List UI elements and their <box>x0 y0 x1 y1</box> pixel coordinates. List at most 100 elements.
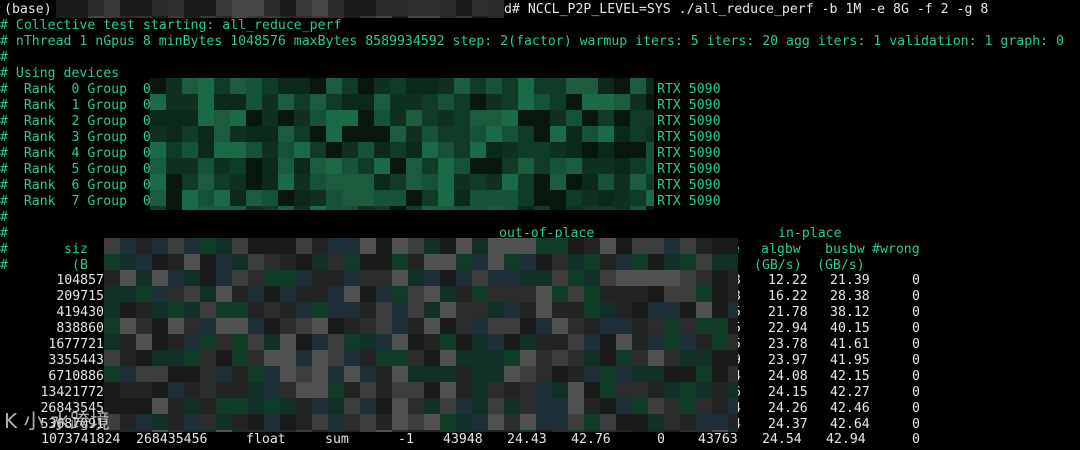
mosaic-pixel <box>296 430 312 432</box>
mosaic-pixel <box>166 94 182 110</box>
mosaic-pixel <box>438 126 454 142</box>
mosaic-pixel <box>568 366 584 382</box>
mosaic-pixel <box>518 126 534 142</box>
mosaic-pixel <box>168 382 184 398</box>
mosaic-pixel <box>438 206 454 210</box>
mosaic-pixel <box>440 350 456 366</box>
mosaic-pixel <box>712 414 728 430</box>
mosaic-pixel <box>582 126 598 142</box>
mosaic-pixel <box>104 270 120 286</box>
mosaic-pixel <box>230 174 246 190</box>
mosaic-pixel <box>376 254 392 270</box>
row-size: 6710886 <box>48 369 104 384</box>
mosaic-pixel <box>488 366 504 382</box>
mosaic-pixel <box>472 430 488 432</box>
mosaic-pixel <box>150 94 166 110</box>
mosaic-pixel <box>534 206 550 210</box>
mosaic-pixel <box>408 302 424 318</box>
mosaic-pixel <box>646 206 654 210</box>
mosaic-pixel <box>296 414 312 430</box>
mosaic-pixel <box>600 430 616 432</box>
mosaic-pixel <box>424 270 440 286</box>
mosaic-pixel <box>342 142 358 158</box>
mosaic-pixel <box>646 190 654 206</box>
last-row-type: float <box>246 432 286 447</box>
mosaic-pixel <box>376 382 392 398</box>
mosaic-pixel <box>630 158 646 174</box>
mosaic-pixel <box>406 126 422 142</box>
mosaic-pixel <box>424 318 440 334</box>
mosaic-pixel <box>278 110 294 126</box>
mosaic-pixel <box>342 126 358 142</box>
mosaic-pixel <box>600 350 616 366</box>
mosaic-pixel <box>120 398 136 414</box>
mosaic-pixel <box>376 318 392 334</box>
redacted-device-info <box>150 78 654 210</box>
mosaic-pixel <box>182 142 198 158</box>
mosaic-pixel <box>408 318 424 334</box>
row-size: 419430 <box>56 305 104 320</box>
mosaic-pixel <box>486 126 502 142</box>
mosaic-pixel <box>342 190 358 206</box>
mosaic-pixel <box>166 110 182 126</box>
mosaic-pixel <box>184 382 200 398</box>
mosaic-pixel <box>184 318 200 334</box>
mosaic-pixel <box>502 174 518 190</box>
spacer-line: # <box>0 210 8 225</box>
mosaic-pixel <box>358 158 374 174</box>
last-row-ip-wrong: 0 <box>912 432 920 447</box>
mosaic-pixel <box>584 414 600 430</box>
mosaic-pixel <box>312 414 328 430</box>
mosaic-pixel <box>504 414 520 430</box>
mosaic-pixel <box>568 286 584 302</box>
mosaic-pixel <box>294 126 310 142</box>
mosaic-pixel <box>422 126 438 142</box>
mosaic-pixel <box>456 350 472 366</box>
mosaic-pixel <box>536 366 552 382</box>
mosaic-pixel <box>392 398 408 414</box>
mosaic-pixel <box>454 190 470 206</box>
mosaic-pixel <box>136 382 152 398</box>
mosaic-pixel <box>406 78 422 94</box>
row-algbw: 23.97 <box>768 353 808 368</box>
mosaic-pixel <box>392 334 408 350</box>
mosaic-pixel <box>504 302 520 318</box>
last-row-busbw: 42.76 <box>571 432 611 447</box>
terminal-window[interactable]: (base) d# NCCL_P2P_LEVEL=SYS ./all_reduc… <box>0 0 1080 450</box>
mosaic-pixel <box>680 270 696 286</box>
mosaic-pixel <box>486 190 502 206</box>
mosaic-pixel <box>582 110 598 126</box>
mosaic-pixel <box>294 158 310 174</box>
device-gpu-6: RTX 5090 <box>657 178 721 193</box>
mosaic-pixel <box>552 430 568 432</box>
mosaic-pixel <box>728 318 738 334</box>
mosaic-pixel <box>166 126 182 142</box>
mosaic-pixel <box>518 94 534 110</box>
mosaic-pixel <box>600 270 616 286</box>
mosaic-pixel <box>104 238 120 254</box>
mosaic-pixel <box>198 190 214 206</box>
mosaic-pixel <box>278 94 294 110</box>
mosaic-pixel <box>344 430 360 432</box>
row-algbw: 12.22 <box>768 273 808 288</box>
mosaic-pixel <box>614 158 630 174</box>
mosaic-pixel <box>152 238 168 254</box>
row-algbw: 22.94 <box>768 321 808 336</box>
mosaic-pixel <box>184 334 200 350</box>
mosaic-pixel <box>536 350 552 366</box>
table-header-wrong: #wrong <box>872 242 920 257</box>
mosaic-pixel <box>454 158 470 174</box>
mosaic-pixel <box>632 318 648 334</box>
row-algbw: 23.78 <box>768 337 808 352</box>
mosaic-pixel <box>136 334 152 350</box>
mosaic-pixel <box>712 286 728 302</box>
mosaic-pixel <box>504 334 520 350</box>
mosaic-pixel <box>614 142 630 158</box>
mosaic-pixel <box>296 16 312 18</box>
mosaic-pixel <box>342 94 358 110</box>
mosaic-pixel <box>360 302 376 318</box>
mosaic-pixel <box>264 238 280 254</box>
mosaic-pixel <box>120 16 136 18</box>
mosaic-pixel <box>120 302 136 318</box>
mosaic-pixel <box>472 254 488 270</box>
